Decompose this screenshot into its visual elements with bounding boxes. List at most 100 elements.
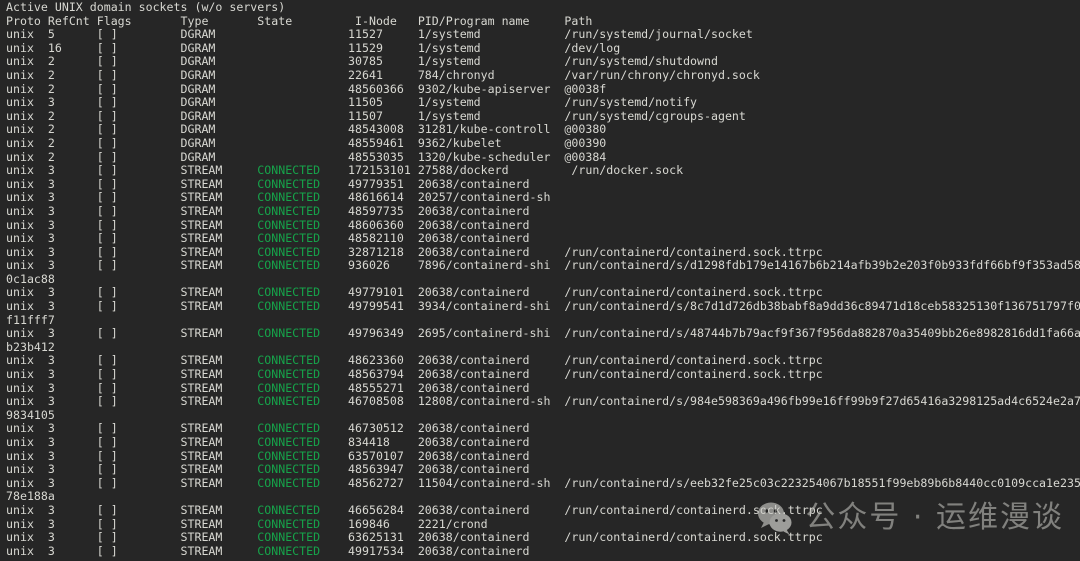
terminal-text: unix 3 [ ] STREAM xyxy=(6,516,258,531)
terminal-line: unix 3 [ ] STREAM CONNECTED 46730512 206… xyxy=(6,422,1080,436)
terminal-text: unix 16 [ ] DGRAM 11529 1/systemd /dev/l… xyxy=(6,40,621,55)
terminal-line: unix 3 [ ] STREAM CONNECTED 63570107 206… xyxy=(6,448,1080,464)
terminal-text: 49779351 20638/containerd xyxy=(320,176,530,191)
socket-state: CONNECTED xyxy=(257,380,321,395)
terminal-text: unix 3 [ ] STREAM xyxy=(6,176,258,191)
terminal-text: Active UNIX domain sockets (w/o servers) xyxy=(6,0,286,14)
socket-state: CONNECTED xyxy=(257,326,321,341)
terminal-line: unix 2 [ ] DGRAM 48560366 9302/kube-apis… xyxy=(6,81,1080,97)
socket-state: CONNECTED xyxy=(257,244,321,259)
terminal-line: unix 3 [ ] STREAM CONNECTED 834418 20638… xyxy=(6,435,1080,450)
socket-state: CONNECTED xyxy=(257,435,321,449)
terminal-line: unix 3 [ ] STREAM CONNECTED 936026 7896/… xyxy=(6,258,1080,273)
terminal-text: 49779101 20638/containerd /run/container… xyxy=(320,285,823,300)
socket-state: CONNECTED xyxy=(257,394,321,409)
terminal-line: unix 3 [ ] STREAM CONNECTED 49796349 269… xyxy=(6,326,1080,341)
terminal-line: unix 3 [ ] STREAM CONNECTED 169846 2221/… xyxy=(6,516,1080,532)
terminal-text: 49917534 20638/containerd xyxy=(320,543,530,558)
terminal-text: unix 3 [ ] DGRAM 11505 1/systemd /run/sy… xyxy=(6,95,698,110)
terminal-window[interactable]: Active UNIX domain sockets (w/o servers)… xyxy=(0,0,1080,561)
terminal-text: 46656284 20638/containerd /run/container… xyxy=(320,502,823,517)
terminal-text: 169846 2221/crond xyxy=(320,516,488,531)
terminal-text: unix 5 [ ] DGRAM 11527 1/systemd /run/sy… xyxy=(6,27,753,42)
terminal-line: unix 3 [ ] STREAM CONNECTED 49779351 206… xyxy=(6,176,1080,192)
terminal-line: unix 3 [ ] STREAM CONNECTED 48563947 206… xyxy=(6,462,1080,477)
terminal-text: unix 3 [ ] STREAM xyxy=(6,244,258,259)
terminal-line: unix 2 [ ] DGRAM 48553035 1320/kube-sche… xyxy=(6,149,1080,165)
terminal-line: unix 3 [ ] STREAM CONNECTED 48616614 202… xyxy=(6,191,1080,205)
socket-state: CONNECTED xyxy=(257,367,321,382)
terminal-text: unix 3 [ ] STREAM xyxy=(6,367,258,382)
socket-state: CONNECTED xyxy=(257,462,321,477)
terminal-line: b23b412 xyxy=(6,340,1080,355)
terminal-text: unix 3 [ ] STREAM xyxy=(6,203,258,218)
terminal-line: unix 2 [ ] DGRAM 48559461 9362/kubelet @… xyxy=(6,135,1080,151)
terminal-line: unix 3 [ ] STREAM CONNECTED 172153101 27… xyxy=(6,163,1080,178)
terminal-text: 46708508 12808/containerd-sh /run/contai… xyxy=(320,394,1080,409)
terminal-text: 78e188a xyxy=(6,489,55,504)
socket-state: CONNECTED xyxy=(257,543,321,558)
socket-state: CONNECTED xyxy=(257,203,321,218)
terminal-text: f11fff7 xyxy=(6,312,55,327)
terminal-text: 48616614 20257/containerd-sh xyxy=(320,190,551,205)
terminal-line: unix 3 [ ] STREAM CONNECTED 49799541 393… xyxy=(6,299,1080,314)
terminal-line: unix 2 [ ] DGRAM 11507 1/systemd /run/sy… xyxy=(6,108,1080,124)
terminal-line: 0c1ac88 xyxy=(6,272,1080,287)
terminal-text: unix 3 [ ] STREAM xyxy=(6,394,258,409)
terminal-text: 48582110 20638/containerd xyxy=(320,231,530,246)
socket-state: CONNECTED xyxy=(257,231,321,246)
socket-state: CONNECTED xyxy=(257,502,321,517)
terminal-text: unix 3 [ ] STREAM xyxy=(6,530,258,545)
terminal-line: unix 3 [ ] STREAM CONNECTED 48563794 206… xyxy=(6,367,1080,382)
terminal-text: unix 3 [ ] STREAM xyxy=(6,285,258,300)
socket-state: CONNECTED xyxy=(257,516,321,531)
terminal-line: unix 3 [ ] STREAM CONNECTED 49917534 206… xyxy=(6,543,1080,559)
terminal-text: unix 2 [ ] DGRAM 11507 1/systemd /run/sy… xyxy=(6,108,746,123)
socket-state: CONNECTED xyxy=(257,163,321,178)
terminal-text: unix 3 [ ] STREAM xyxy=(6,435,258,449)
terminal-line: unix 3 [ ] STREAM CONNECTED 48582110 206… xyxy=(6,231,1080,246)
terminal-line: unix 3 [ ] STREAM CONNECTED 48555271 206… xyxy=(6,380,1080,396)
terminal-text: 46730512 20638/containerd xyxy=(320,421,530,436)
terminal-text: 32871218 20638/containerd /run/container… xyxy=(320,244,823,259)
terminal-line: unix 3 [ ] STREAM CONNECTED 48597735 206… xyxy=(6,203,1080,219)
terminal-line: unix 3 [ ] STREAM CONNECTED 48623360 206… xyxy=(6,354,1080,368)
terminal-text: 49796349 2695/containerd-shi /run/contai… xyxy=(320,326,1080,341)
terminal-text: unix 3 [ ] STREAM xyxy=(6,353,258,368)
terminal-output: Active UNIX domain sockets (w/o servers)… xyxy=(6,0,1080,559)
terminal-text: unix 2 [ ] DGRAM 48553035 1320/kube-sche… xyxy=(6,149,607,164)
terminal-text: 63570107 20638/containerd xyxy=(320,448,530,463)
terminal-text: unix 3 [ ] STREAM xyxy=(6,190,258,205)
terminal-text: Proto RefCnt Flags Type State I-Node PID… xyxy=(6,13,593,28)
terminal-line: unix 16 [ ] DGRAM 11529 1/systemd /dev/l… xyxy=(6,40,1080,56)
socket-state: CONNECTED xyxy=(257,217,321,232)
terminal-text: 48597735 20638/containerd xyxy=(320,203,530,218)
terminal-text: 48563794 20638/containerd /run/container… xyxy=(320,367,823,382)
socket-state: CONNECTED xyxy=(257,353,321,368)
terminal-line: unix 2 [ ] DGRAM 22641 784/chronyd /var/… xyxy=(6,67,1080,83)
terminal-text: unix 3 [ ] STREAM xyxy=(6,326,258,341)
socket-state: CONNECTED xyxy=(257,299,321,314)
terminal-line: unix 2 [ ] DGRAM 48543008 31281/kube-con… xyxy=(6,123,1080,137)
terminal-text: 49799541 3934/containerd-shi /run/contai… xyxy=(320,299,1080,314)
terminal-text: unix 3 [ ] STREAM xyxy=(6,543,258,558)
terminal-line: unix 5 [ ] DGRAM 11527 1/systemd /run/sy… xyxy=(6,27,1080,42)
terminal-text: unix 2 [ ] DGRAM 48543008 31281/kube-con… xyxy=(6,122,607,137)
terminal-text: unix 2 [ ] DGRAM 22641 784/chronyd /var/… xyxy=(6,67,760,82)
terminal-text: unix 2 [ ] DGRAM 48559461 9362/kubelet @… xyxy=(6,135,607,150)
terminal-line: 9834105 xyxy=(6,408,1080,423)
terminal-line: Active UNIX domain sockets (w/o servers) xyxy=(6,0,1080,15)
terminal-text: 172153101 27588/dockerd /run/docker.sock xyxy=(320,163,684,178)
terminal-text: 834418 20638/containerd xyxy=(320,435,530,449)
terminal-line: unix 3 [ ] STREAM CONNECTED 46708508 128… xyxy=(6,394,1080,409)
terminal-text: unix 3 [ ] STREAM xyxy=(6,380,258,395)
socket-state: CONNECTED xyxy=(257,190,321,205)
terminal-line: f11fff7 xyxy=(6,312,1080,328)
terminal-text: unix 3 [ ] STREAM xyxy=(6,462,258,477)
terminal-text: unix 3 [ ] STREAM xyxy=(6,448,258,463)
terminal-text: unix 3 [ ] STREAM xyxy=(6,258,258,273)
terminal-text: unix 2 [ ] DGRAM 48560366 9302/kube-apis… xyxy=(6,81,607,96)
socket-state: CONNECTED xyxy=(257,448,321,463)
terminal-line: unix 3 [ ] DGRAM 11505 1/systemd /run/sy… xyxy=(6,95,1080,110)
terminal-line: 78e188a xyxy=(6,490,1080,504)
